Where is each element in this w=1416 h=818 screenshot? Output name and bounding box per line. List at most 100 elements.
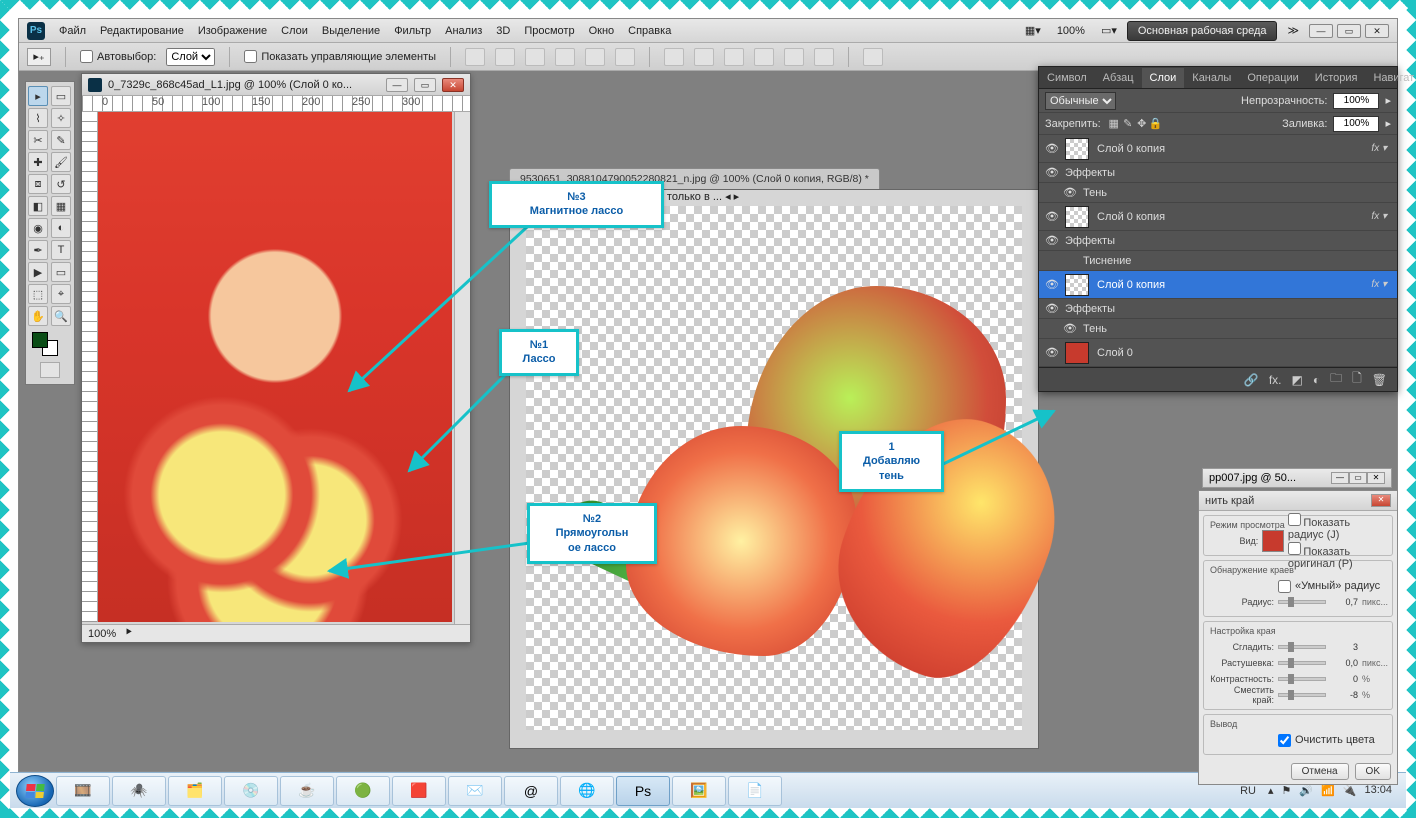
workspace-more-icon[interactable]: ≫ xyxy=(1287,24,1299,37)
layer-effect-shadow[interactable]: 👁Тень xyxy=(1039,183,1397,203)
doc2-canvas[interactable] xyxy=(526,206,1022,730)
fill-arrow-icon[interactable]: ▸ xyxy=(1385,117,1391,130)
doc3-minimize-button[interactable]: — xyxy=(1331,472,1349,484)
doc1-scrollbar-v[interactable] xyxy=(454,112,470,624)
radius-value[interactable]: 0,7 xyxy=(1330,597,1358,607)
document-window-3-titlebar[interactable]: pp007.jpg @ 50... — ▭ ✕ xyxy=(1202,468,1392,488)
align-icon[interactable] xyxy=(525,48,545,66)
layer-thumbnail[interactable] xyxy=(1065,274,1089,296)
menu-edit[interactable]: Редактирование xyxy=(100,25,184,37)
feather-slider[interactable] xyxy=(1278,661,1326,665)
path-select-tool[interactable]: ▶ xyxy=(28,262,48,282)
quickmask-toggle[interactable] xyxy=(40,362,60,378)
delete-layer-icon[interactable]: 🗑 xyxy=(1372,373,1387,387)
taskbar-item[interactable]: 🟥 xyxy=(392,776,446,806)
distribute-icon[interactable] xyxy=(664,48,684,66)
tray-volume-icon[interactable]: 🔊 xyxy=(1299,784,1313,797)
refine-ok-button[interactable]: OK xyxy=(1355,763,1391,780)
app-close-button[interactable]: ✕ xyxy=(1365,24,1389,38)
brush-tool[interactable]: 🖌 xyxy=(51,152,71,172)
screen-mode-icon[interactable]: ▭▾ xyxy=(1101,24,1117,37)
doc3-maximize-button[interactable]: ▭ xyxy=(1349,472,1367,484)
link-layers-icon[interactable]: 🔗 xyxy=(1244,373,1259,387)
fx-indicator[interactable]: fx ▾ xyxy=(1367,143,1391,154)
menu-layer[interactable]: Слои xyxy=(281,25,308,37)
marquee-tool[interactable]: ▭ xyxy=(51,86,71,106)
menu-window[interactable]: Окно xyxy=(589,25,615,37)
add-mask-icon[interactable]: ◩ xyxy=(1292,373,1303,387)
opacity-input[interactable] xyxy=(1333,93,1379,109)
taskbar-clock[interactable]: 13:04 xyxy=(1364,784,1392,796)
healing-tool[interactable]: ✚ xyxy=(28,152,48,172)
layer-effect-shadow[interactable]: 👁Тень xyxy=(1039,319,1397,339)
fx-indicator[interactable]: fx ▾ xyxy=(1367,211,1391,222)
lasso-tool[interactable]: ⌇ xyxy=(28,108,48,128)
blend-mode-select[interactable]: Обычные xyxy=(1045,92,1116,110)
panel-tab-history[interactable]: История xyxy=(1307,68,1366,88)
align-icon[interactable] xyxy=(615,48,635,66)
doc1-minimize-button[interactable]: — xyxy=(386,78,408,92)
visibility-eye-icon[interactable]: 👁 xyxy=(1039,346,1065,359)
doc-arrange-icon[interactable]: ▦▾ xyxy=(1025,24,1041,37)
add-fx-icon[interactable]: fx. xyxy=(1269,373,1282,387)
current-tool-icon[interactable]: ▸₊ xyxy=(27,48,51,66)
visibility-eye-icon[interactable]: 👁 xyxy=(1039,210,1065,223)
eraser-tool[interactable]: ◧ xyxy=(28,196,48,216)
panel-tab-actions[interactable]: Операции xyxy=(1239,68,1306,88)
start-button[interactable] xyxy=(16,775,54,807)
panel-tab-character[interactable]: Символ xyxy=(1039,68,1095,88)
taskbar-item-photoshop[interactable]: Ps xyxy=(616,776,670,806)
app-maximize-button[interactable]: ▭ xyxy=(1337,24,1361,38)
zoom-tool[interactable]: 🔍 xyxy=(51,306,71,326)
tray-flag-icon[interactable]: ⚑ xyxy=(1281,784,1291,797)
taskbar-item[interactable]: 📄 xyxy=(728,776,782,806)
gradient-tool[interactable]: ▦ xyxy=(51,196,71,216)
panel-tab-navigator[interactable]: Навигат xyxy=(1365,68,1416,88)
taskbar-item[interactable]: 🕷️ xyxy=(112,776,166,806)
layer-name[interactable]: Слой 0 xyxy=(1097,347,1391,359)
app-minimize-button[interactable]: — xyxy=(1309,24,1333,38)
type-tool[interactable]: T xyxy=(51,240,71,260)
eyedropper-tool[interactable]: ✎ xyxy=(51,130,71,150)
menu-help[interactable]: Справка xyxy=(628,25,671,37)
new-group-icon[interactable]: 🗀 xyxy=(1330,369,1342,390)
menu-image[interactable]: Изображение xyxy=(198,25,267,37)
show-radius-checkbox[interactable] xyxy=(1288,513,1301,526)
3d-tool[interactable]: ⬚ xyxy=(28,284,48,304)
menu-view[interactable]: Просмотр xyxy=(524,25,574,37)
new-layer-icon[interactable]: 🗋 xyxy=(1352,369,1362,390)
tray-power-icon[interactable]: 🔌 xyxy=(1343,784,1357,797)
quick-select-tool[interactable]: ✧ xyxy=(51,108,71,128)
menu-select[interactable]: Выделение xyxy=(322,25,380,37)
taskbar-item[interactable]: ✉️ xyxy=(448,776,502,806)
taskbar-item[interactable]: @ xyxy=(504,776,558,806)
layer-effects-row[interactable]: 👁Эффекты xyxy=(1039,299,1397,319)
menu-filter[interactable]: Фильтр xyxy=(394,25,431,37)
fill-input[interactable] xyxy=(1333,116,1379,132)
layer-name[interactable]: Слой 0 копия xyxy=(1097,279,1367,291)
layer-thumbnail[interactable] xyxy=(1065,342,1089,364)
feather-value[interactable]: 0,0 xyxy=(1330,658,1358,668)
doc1-maximize-button[interactable]: ▭ xyxy=(414,78,436,92)
autoselect-target-select[interactable]: Слой xyxy=(166,48,215,66)
distribute-icon[interactable] xyxy=(784,48,804,66)
fx-indicator[interactable]: fx ▾ xyxy=(1367,279,1391,290)
layer-effect-emboss[interactable]: Тиснение xyxy=(1039,251,1397,271)
layer-thumbnail[interactable] xyxy=(1065,138,1089,160)
layer-thumbnail[interactable] xyxy=(1065,206,1089,228)
tray-arrow-icon[interactable]: ▴ xyxy=(1268,784,1274,797)
shape-tool[interactable]: ▭ xyxy=(51,262,71,282)
autoselect-checkbox[interactable]: Автовыбор: xyxy=(80,50,156,63)
align-icon[interactable] xyxy=(495,48,515,66)
radius-slider[interactable] xyxy=(1278,600,1326,604)
layer-row[interactable]: 👁 Слой 0 копия fx ▾ xyxy=(1039,203,1397,231)
layer-row-selected[interactable]: 👁 Слой 0 копия fx ▾ xyxy=(1039,271,1397,299)
doc1-titlebar[interactable]: 0_7329c_868c45ad_L1.jpg @ 100% (Слой 0 к… xyxy=(82,74,470,96)
smooth-value[interactable]: 3 xyxy=(1330,642,1358,652)
smooth-slider[interactable] xyxy=(1278,645,1326,649)
shift-value[interactable]: -8 xyxy=(1330,690,1358,700)
color-swatches[interactable] xyxy=(28,332,72,358)
distribute-icon[interactable] xyxy=(724,48,744,66)
layer-effects-row[interactable]: 👁Эффекты xyxy=(1039,231,1397,251)
visibility-eye-icon[interactable]: 👁 xyxy=(1039,142,1065,155)
